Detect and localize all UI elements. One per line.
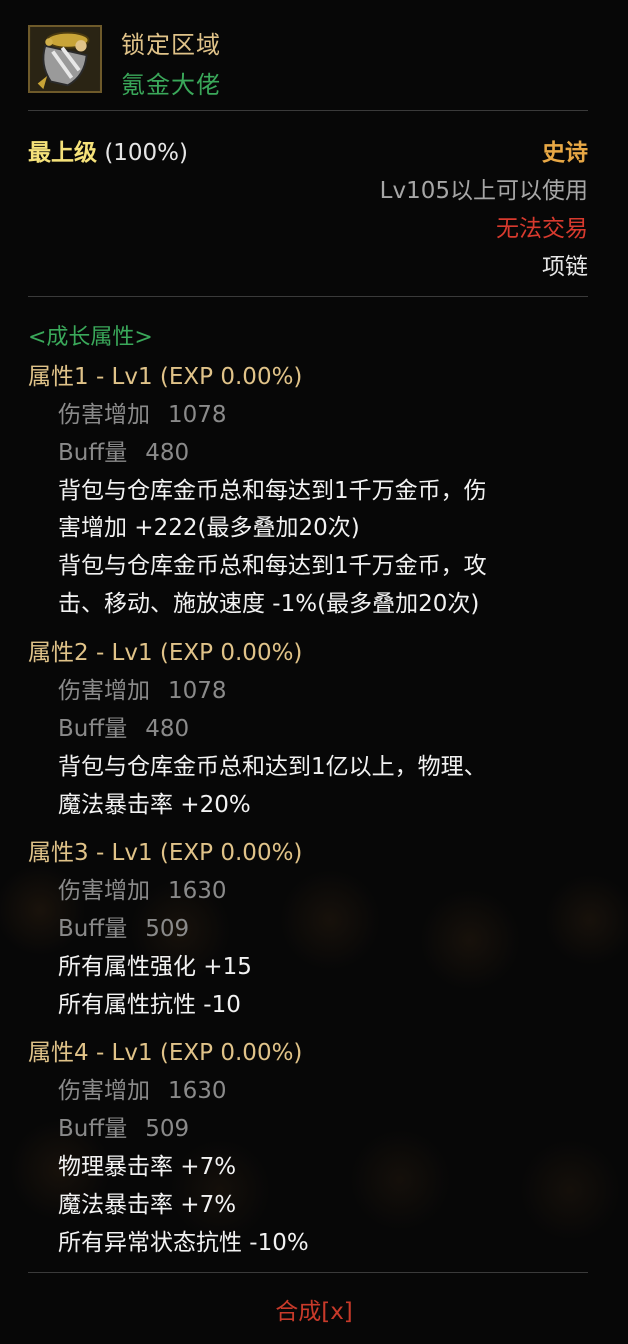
stat-damage-increase: 伤害增加 1078 [58,671,227,705]
rarity-label: 史诗 [542,140,588,166]
attribute-title: 属性2 - Lv1 (EXP 0.00%) [28,640,303,666]
growth-attributes-header: <成长属性> [28,325,153,350]
stat-damage-increase: 伤害增加 1630 [58,1071,227,1105]
stat-label: 伤害增加 [58,878,150,904]
attribute-title: 属性3 - Lv1 (EXP 0.00%) [28,840,303,866]
attribute-effect: 物理暴击率 +7% [58,1154,237,1180]
attribute-effect: 魔法暴击率 +7% [58,1192,237,1218]
item-name: 锁定区域 [121,31,221,59]
attribute-title: 属性4 - Lv1 (EXP 0.00%) [28,1040,303,1066]
stat-label: 伤害增加 [58,402,150,428]
item-subtitle: 氪金大佬 [121,71,221,99]
attribute-effect: 背包与仓库金币总和每达到1千万金币，伤 [58,478,487,504]
stat-value: 480 [145,440,190,466]
stat-value: 1630 [168,1078,227,1104]
stat-value: 509 [145,916,190,942]
stat-label: Buff量 [58,1116,128,1142]
stat-label: 伤害增加 [58,1078,150,1104]
equipment-slot: 项链 [542,254,588,280]
stat-value: 1630 [168,878,227,904]
stat-label: Buff量 [58,716,128,742]
divider [28,1272,588,1273]
stat-buff: Buff量 509 [58,1109,189,1143]
grade-percent: (100%) [104,140,189,166]
item-tooltip: 锁定区域 氪金大佬 最上级 (100%) 史诗 Lv105以上可以使用 无法交易… [0,0,628,1344]
stat-buff: Buff量 480 [58,709,189,743]
attribute-effect: 所有异常状态抗性 -10% [58,1230,309,1256]
attribute-effect: 击、移动、施放速度 -1%(最多叠加20次) [58,591,480,617]
trade-status: 无法交易 [496,216,588,242]
necklace-item-icon [28,25,102,93]
stat-damage-increase: 伤害增加 1078 [58,395,227,429]
level-requirement: Lv105以上可以使用 [379,178,588,204]
divider [28,110,588,111]
attribute-title: 属性1 - Lv1 (EXP 0.00%) [28,364,303,390]
grade-label: 最上级 [28,140,97,166]
attribute-effect: 所有属性抗性 -10 [58,992,241,1018]
synthesize-button[interactable]: 合成[x] [0,1292,628,1326]
attribute-effect: 害增加 +222(最多叠加20次) [58,515,360,541]
attribute-effect: 魔法暴击率 +20% [58,792,251,818]
stat-value: 509 [145,1116,190,1142]
stat-label: 伤害增加 [58,678,150,704]
attribute-effect: 所有属性强化 +15 [58,954,252,980]
item-grade: 最上级 (100%) [28,133,188,167]
stat-value: 480 [145,716,190,742]
stat-label: Buff量 [58,440,128,466]
attribute-effect: 背包与仓库金币总和达到1亿以上，物理、 [58,754,487,780]
stat-label: Buff量 [58,916,128,942]
stat-buff: Buff量 509 [58,909,189,943]
stat-value: 1078 [168,678,227,704]
divider [28,296,588,297]
attribute-effect: 背包与仓库金币总和每达到1千万金币，攻 [58,553,487,579]
stat-damage-increase: 伤害增加 1630 [58,871,227,905]
stat-buff: Buff量 480 [58,433,189,467]
stat-value: 1078 [168,402,227,428]
